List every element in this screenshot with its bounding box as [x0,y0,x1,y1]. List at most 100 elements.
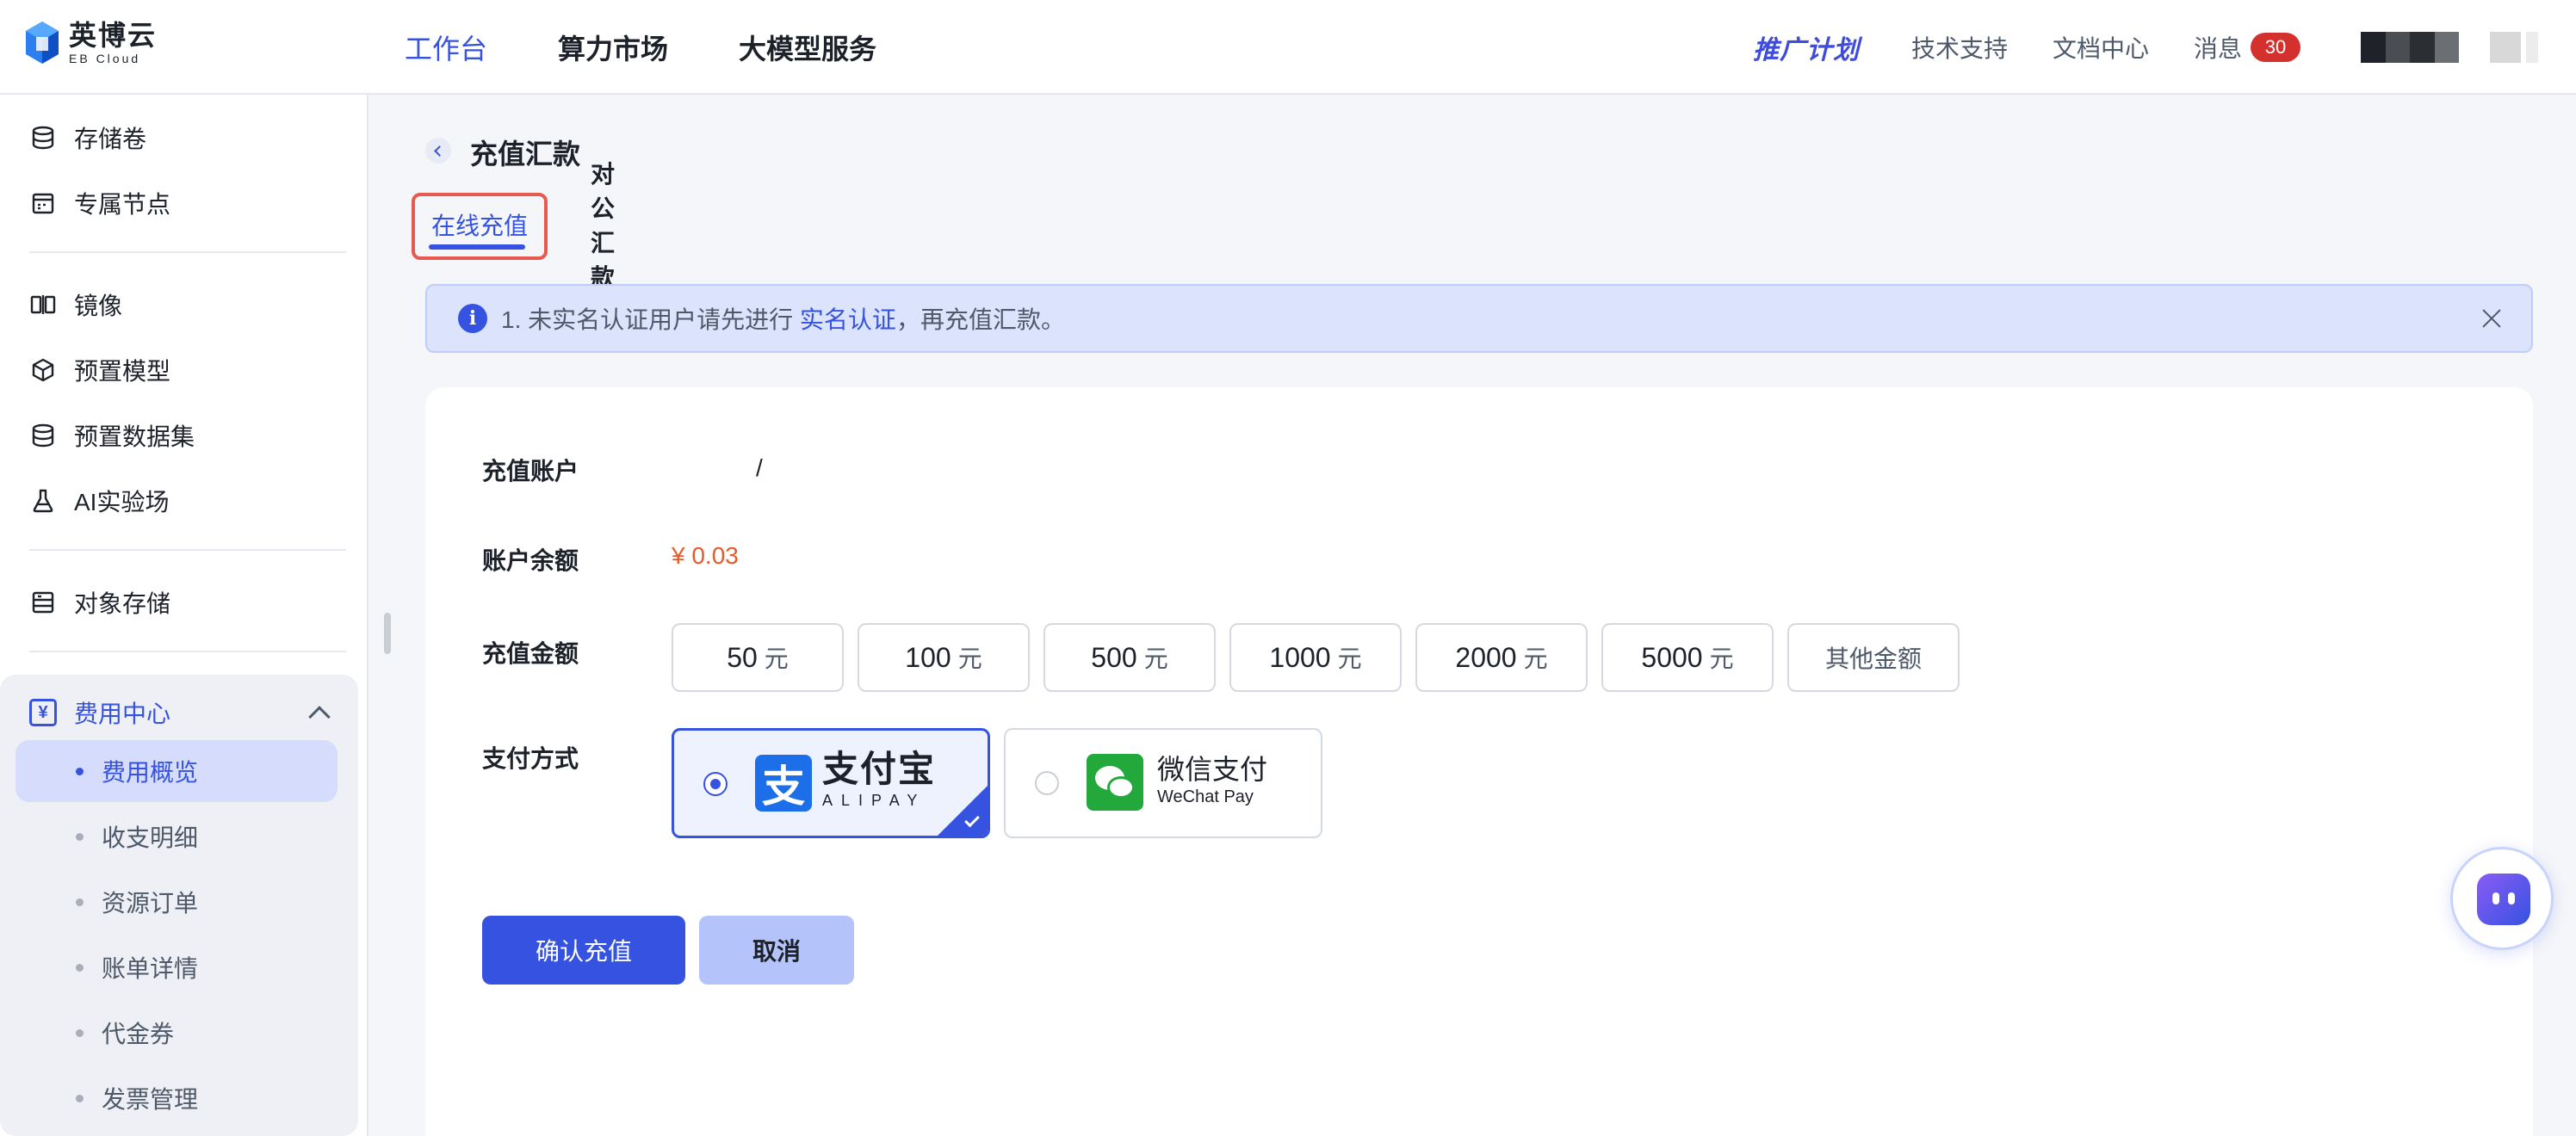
account-label: 充值账户 [482,458,579,485]
sidebar-divider [29,549,346,551]
database-icon [29,124,57,151]
amount-option-100[interactable]: 100 元 [858,623,1030,692]
amount-option-other[interactable]: 其他金额 [1787,623,1960,692]
payment-option-wechat[interactable]: 微信支付 WeChat Pay [1004,728,1322,838]
promo-plan-link[interactable]: 推广计划 [1753,28,1860,66]
account-value: / [756,454,763,481]
amount-unit: 元 [1523,645,1548,672]
logo-subtitle: EB Cloud [69,52,141,65]
payment-option-alipay[interactable]: 支 支付宝 ALIPAY [672,728,990,838]
bullet-icon [76,964,84,972]
amount-option-5000[interactable]: 5000 元 [1601,623,1774,692]
sidebar-item-label: 发票管理 [102,1086,199,1113]
sidebar-item-dedicated-nodes[interactable]: 专属节点 [29,177,170,229]
fee-center-label: 费用中心 [74,701,171,727]
sidebar-item-invoices[interactable]: 发票管理 [15,1067,337,1129]
sidebar-item-images[interactable]: 镜像 [29,279,122,330]
ai-assistant-button[interactable] [2450,847,2554,950]
close-icon[interactable] [2478,305,2505,332]
tab-corporate-transfer[interactable]: 对公汇款 [591,161,615,291]
sidebar-item-preset-datasets[interactable]: 预置数据集 [29,410,195,461]
sidebar-item-fee-overview[interactable]: 费用概览 [15,740,337,802]
avatar[interactable] [2361,32,2459,63]
sidebar-item-label: 代金券 [102,1021,175,1047]
sidebar-item-vouchers[interactable]: 代金券 [15,1002,337,1064]
wechat-name-en: WeChat Pay [1157,787,1254,806]
page-title: 充值汇款 [470,139,581,170]
alipay-name: 支付宝 [822,749,937,789]
flask-icon [29,487,57,515]
real-name-verification-link[interactable]: 实名认证 [800,301,896,336]
amount-option-50[interactable]: 50 元 [672,623,844,692]
tab-online-recharge[interactable]: 在线充值 [412,193,548,260]
logo-name: 英博云 [69,20,158,51]
docs-center-link[interactable]: 文档中心 [2053,30,2149,65]
cube-icon [29,356,57,384]
amount-option-500[interactable]: 500 元 [1043,623,1216,692]
sidebar-item-storage-volume[interactable]: 存储卷 [29,112,146,164]
radio-selected[interactable] [703,772,728,796]
messages-count-badge: 30 [2251,33,2300,62]
logo-icon [24,20,60,66]
bullet-icon [76,1095,84,1102]
verification-notice: i 1. 未实名认证用户请先进行 实名认证 ，再充值汇款。 [425,284,2533,353]
sidebar-item-label: 专属节点 [74,191,171,218]
amount-value: 100 [905,641,951,673]
sidebar-item-label: 账单详情 [102,955,199,982]
storage-list-icon [29,589,57,616]
nav-compute-market[interactable]: 算力市场 [558,28,668,67]
amount-unit: 元 [1709,645,1734,672]
nav-workbench[interactable]: 工作台 [405,28,487,67]
messages-label: 消息 [2193,35,2242,62]
tab-label: 对公汇款 [591,161,616,291]
amount-unit: 元 [957,645,982,672]
logo[interactable]: 英博云 EB Cloud [24,17,157,69]
sidebar-divider [29,651,346,652]
fee-center-toggle[interactable]: ¥ 费用中心 [29,687,331,738]
chevron-up-icon [308,706,331,728]
amount-option-2000[interactable]: 2000 元 [1415,623,1588,692]
amount-label: 充值金额 [482,640,579,667]
sidebar-item-label: 资源订单 [102,890,199,917]
info-icon: i [458,304,487,333]
messages-link[interactable]: 消息 30 [2194,30,2300,65]
sidebar-item-preset-models[interactable]: 预置模型 [29,344,170,396]
cancel-button[interactable]: 取消 [699,916,854,985]
sidebar-item-label: AI实验场 [74,489,170,516]
amount-option-1000[interactable]: 1000 元 [1229,623,1402,692]
sidebar-item-ai-lab[interactable]: AI实验场 [29,475,169,527]
mirror-icon [29,291,57,318]
back-button[interactable] [425,138,451,164]
wechat-icon [1087,754,1143,811]
user-menu-toggle[interactable] [2490,32,2543,63]
sidebar-divider [29,251,346,253]
sidebar-resize-handle[interactable] [384,613,391,654]
sidebar-item-label: 对象存储 [74,590,171,617]
tab-label: 在线充值 [430,213,528,239]
sidebar-item-resource-orders[interactable]: 资源订单 [15,871,337,933]
confirm-recharge-button[interactable]: 确认充值 [482,916,685,985]
active-tab-indicator [429,244,525,250]
radio-unselected[interactable] [1035,771,1059,795]
wechat-name: 微信支付 [1157,754,1268,785]
sidebar-item-transactions[interactable]: 收支明细 [15,806,337,867]
fee-center-group: ¥ 费用中心 费用概览 收支明细 资源订单 账单详情 代金券 发票管理 [0,675,358,1136]
selected-corner-badge [938,786,988,836]
nav-llm-service[interactable]: 大模型服务 [739,28,876,67]
amount-unit: 元 [1337,645,1362,672]
amount-value: 1000 [1269,641,1331,673]
sidebar-item-label: 费用概览 [102,759,199,786]
amount-value: 5000 [1641,641,1703,673]
bullet-icon [76,1029,84,1037]
balance-label: 账户余额 [482,547,579,574]
alipay-icon: 支 [755,755,812,812]
payment-label: 支付方式 [482,745,579,772]
bullet-icon [76,898,84,906]
recharge-form-card: 充值账户 / 账户余额 ¥ 0.03 充值金额 50 元 100 元 500 元 10… [425,387,2533,1136]
sidebar-item-label: 收支明细 [102,824,199,851]
sidebar-item-bill-details[interactable]: 账单详情 [15,936,337,998]
sidebar-item-label: 存储卷 [74,126,147,152]
tech-support-link[interactable]: 技术支持 [1911,30,2008,65]
balance-value: ¥ 0.03 [672,542,739,569]
sidebar-item-object-storage[interactable]: 对象存储 [29,577,170,628]
